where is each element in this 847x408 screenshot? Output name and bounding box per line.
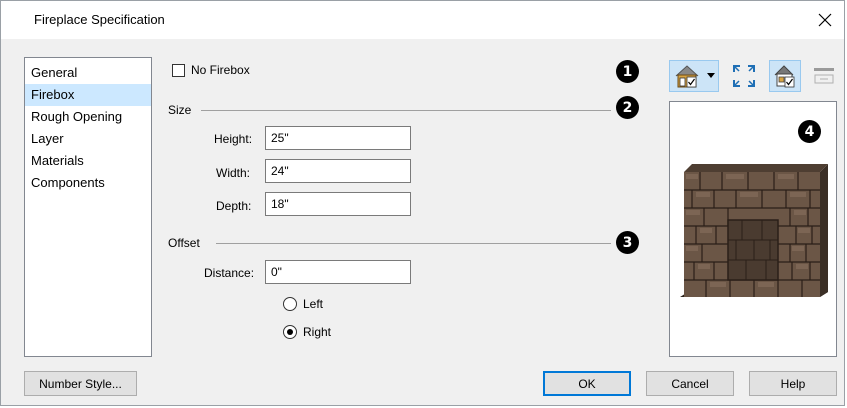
fireplace-3d-preview [680,164,828,297]
right-radio[interactable] [283,325,297,339]
close-button[interactable] [812,7,838,33]
3d-view-options-icon [675,65,699,88]
left-radio-label: Left [303,297,324,311]
sidebar-item-firebox[interactable]: Firebox [25,84,151,106]
sidebar-item-general[interactable]: General [25,62,151,84]
render-toggle-button[interactable] [769,60,801,92]
dropdown-arrow-icon [707,73,715,78]
height-label: Height: [214,132,253,146]
cancel-button[interactable]: Cancel [646,371,734,396]
sidebar-item-components[interactable]: Components [25,172,151,194]
fill-window-icon [733,65,755,87]
size-divider [201,110,611,111]
right-radio-label: Right [303,325,332,339]
render-toggle-icon [774,65,795,88]
number-style-button[interactable]: Number Style... [24,371,137,396]
ok-button[interactable]: OK [543,371,631,396]
height-field[interactable]: 25" [265,126,411,150]
offset-heading: Offset [168,236,200,250]
no-firebox-checkbox[interactable] [172,64,185,77]
window-title: Fireplace Specification [34,12,165,27]
left-radio[interactable] [283,297,297,311]
callout-3: 3 [616,231,639,254]
distance-label: Distance: [204,266,255,280]
help-button[interactable]: Help [749,371,837,396]
distance-field[interactable]: 0" [265,260,411,284]
category-list: General Firebox Rough Opening Layer Mate… [24,57,152,357]
callout-2: 2 [616,96,639,119]
title-bar: Fireplace Specification [1,1,844,39]
fill-window-button[interactable] [727,60,761,92]
depth-label: Depth: [216,199,252,213]
width-field[interactable]: 24" [265,159,411,183]
fireplace-specification-dialog: Fireplace Specification General Firebox … [0,0,845,406]
width-label: Width: [216,166,251,180]
size-heading: Size [168,103,192,117]
3d-view-options-button[interactable] [669,60,719,92]
sidebar-item-rough-opening[interactable]: Rough Opening [25,106,151,128]
plane-view-icon [814,68,834,84]
close-icon [818,13,832,27]
sidebar-item-layer[interactable]: Layer [25,128,151,150]
depth-field[interactable]: 18" [265,192,411,216]
no-firebox-label: No Firebox [191,63,250,77]
offset-divider [216,243,611,244]
plane-view-button [809,60,839,92]
sidebar-item-materials[interactable]: Materials [25,150,151,172]
callout-1: 1 [616,60,639,83]
fireplace-preview: 4 [669,101,837,357]
